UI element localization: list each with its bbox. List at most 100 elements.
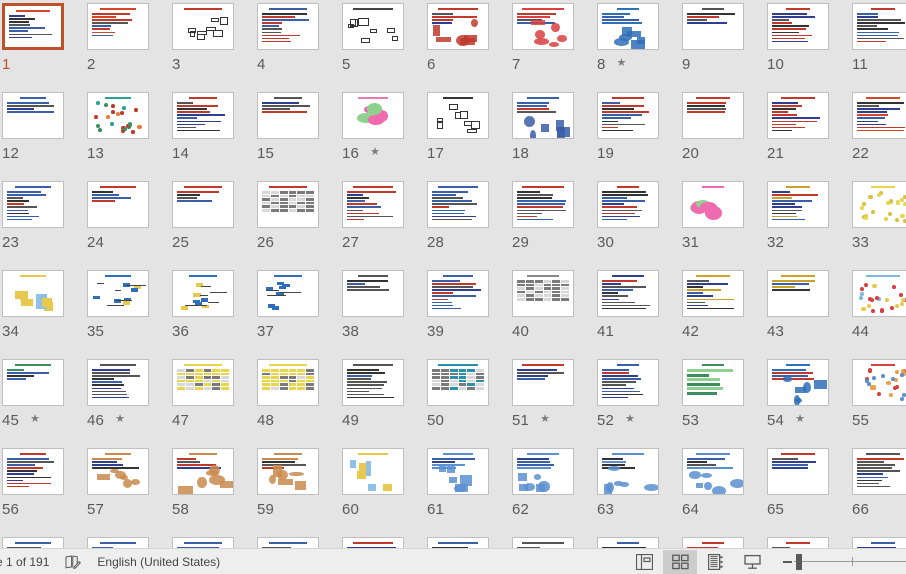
slide-preview[interactable]: [257, 359, 319, 406]
slide-thumbnail-50[interactable]: 50: [427, 359, 501, 448]
slide-preview[interactable]: [342, 270, 404, 317]
view-button-slide-show[interactable]: [735, 550, 769, 574]
slide-preview[interactable]: [852, 270, 906, 317]
slide-thumbnail-frame[interactable]: [257, 181, 319, 228]
slide-thumbnail-frame[interactable]: [682, 3, 744, 50]
slide-thumbnail-57[interactable]: 57: [87, 448, 161, 537]
slide-thumbnail-frame[interactable]: [87, 3, 149, 50]
slide-thumbnail-frame[interactable]: [172, 537, 234, 548]
slide-thumbnail-34[interactable]: 34: [2, 270, 76, 359]
slide-thumbnail-frame[interactable]: [682, 448, 744, 495]
slide-thumbnail-frame[interactable]: [172, 270, 234, 317]
zoom-out-button[interactable]: [780, 552, 794, 572]
slide-preview[interactable]: [427, 537, 489, 548]
slide-thumbnail-frame[interactable]: [2, 537, 64, 548]
slide-preview[interactable]: [87, 181, 149, 228]
slide-preview[interactable]: [257, 92, 319, 139]
slide-thumbnail-21[interactable]: 21: [767, 92, 841, 181]
slide-preview[interactable]: [172, 181, 234, 228]
slide-thumbnail-46[interactable]: 46 ★: [87, 359, 161, 448]
slide-preview[interactable]: [427, 448, 489, 495]
slide-preview[interactable]: [767, 448, 829, 495]
slide-animation-star-icon[interactable]: ★: [617, 57, 627, 69]
slide-thumbnail-39[interactable]: 39: [427, 270, 501, 359]
slide-thumbnail-44[interactable]: 44: [852, 270, 906, 359]
slide-thumbnail-10[interactable]: 10: [767, 3, 841, 92]
slide-thumbnail-frame[interactable]: [172, 448, 234, 495]
slide-thumbnail-frame[interactable]: [852, 270, 906, 317]
slide-thumbnail-52[interactable]: 52 ★: [597, 359, 671, 448]
slide-preview[interactable]: [342, 92, 404, 139]
slide-thumbnail-frame[interactable]: [512, 359, 574, 406]
slide-thumbnail-5[interactable]: 5: [342, 3, 416, 92]
slide-thumbnail-frame[interactable]: [512, 181, 574, 228]
slide-thumbnail-61[interactable]: 61: [427, 448, 501, 537]
slide-preview[interactable]: [512, 3, 574, 50]
slide-preview[interactable]: [512, 270, 574, 317]
slide-thumbnail-65[interactable]: 65: [767, 448, 841, 537]
slide-preview[interactable]: [682, 537, 744, 548]
slide-preview[interactable]: [172, 359, 234, 406]
slide-thumbnail-11[interactable]: 11: [852, 3, 906, 92]
slide-thumbnail-frame[interactable]: [342, 359, 404, 406]
slide-thumbnail-17[interactable]: 17: [427, 92, 501, 181]
slide-thumbnail-55[interactable]: 55: [852, 359, 906, 448]
slide-preview[interactable]: [597, 448, 659, 495]
slide-thumbnail-35[interactable]: 35: [87, 270, 161, 359]
slide-preview[interactable]: [512, 537, 574, 548]
slide-thumbnail-27[interactable]: 27: [342, 181, 416, 270]
slide-preview[interactable]: [172, 270, 234, 317]
slide-preview[interactable]: [767, 181, 829, 228]
slide-count-status[interactable]: e 1 of 191: [0, 549, 57, 574]
slide-thumbnail-frame[interactable]: [512, 448, 574, 495]
slide-thumbnail-frame[interactable]: [2, 181, 64, 228]
slide-preview[interactable]: [257, 181, 319, 228]
slide-thumbnail-38[interactable]: 38: [342, 270, 416, 359]
slide-thumbnail-7[interactable]: 7: [512, 3, 586, 92]
slide-preview[interactable]: [597, 537, 659, 548]
slide-preview[interactable]: [767, 537, 829, 548]
slide-preview[interactable]: [172, 3, 234, 50]
slide-thumbnail-48[interactable]: 48: [257, 359, 331, 448]
slide-preview[interactable]: [2, 181, 64, 228]
slide-thumbnail-18[interactable]: 18: [512, 92, 586, 181]
slide-preview[interactable]: [512, 359, 574, 406]
view-button-slide-sorter[interactable]: [663, 549, 697, 574]
slide-thumbnail-frame[interactable]: [682, 537, 744, 548]
slide-thumbnail-frame[interactable]: [342, 448, 404, 495]
slide-thumbnail-76[interactable]: 76: [767, 537, 841, 548]
slide-thumbnail-frame[interactable]: [2, 270, 64, 317]
slide-thumbnail-frame[interactable]: [427, 448, 489, 495]
slide-thumbnail-28[interactable]: 28: [427, 181, 501, 270]
slide-thumbnail-frame[interactable]: [682, 92, 744, 139]
slide-preview[interactable]: [2, 92, 64, 139]
slide-preview[interactable]: [852, 537, 906, 548]
slide-thumbnail-20[interactable]: 20: [682, 92, 756, 181]
slide-preview[interactable]: [427, 3, 489, 50]
slide-thumbnail-70[interactable]: 70: [257, 537, 331, 548]
slide-thumbnail-frame[interactable]: [87, 448, 149, 495]
slide-thumbnail-frame[interactable]: [342, 537, 404, 548]
slide-thumbnail-24[interactable]: 24: [87, 181, 161, 270]
slide-preview[interactable]: [87, 270, 149, 317]
slide-thumbnail-64[interactable]: 64: [682, 448, 756, 537]
slide-animation-star-icon[interactable]: ★: [115, 413, 125, 425]
slide-preview[interactable]: [2, 270, 64, 317]
slide-thumbnail-74[interactable]: 74: [597, 537, 671, 548]
slide-thumbnail-frame[interactable]: [852, 92, 906, 139]
slide-preview[interactable]: [852, 448, 906, 495]
slide-preview[interactable]: [2, 3, 64, 50]
slide-thumbnail-frame[interactable]: [427, 537, 489, 548]
slide-thumbnail-3[interactable]: 3: [172, 3, 246, 92]
slide-thumbnail-71[interactable]: 71: [342, 537, 416, 548]
slide-preview[interactable]: [342, 181, 404, 228]
slide-thumbnail-32[interactable]: 32: [767, 181, 841, 270]
slide-thumbnail-frame[interactable]: [257, 448, 319, 495]
slide-thumbnail-47[interactable]: 47: [172, 359, 246, 448]
slide-thumbnail-frame[interactable]: [2, 359, 64, 406]
slide-thumbnail-frame[interactable]: [427, 3, 489, 50]
slide-thumbnail-frame[interactable]: [767, 92, 829, 139]
slide-thumbnail-frame[interactable]: [682, 181, 744, 228]
slide-animation-star-icon[interactable]: ★: [370, 146, 380, 158]
slide-thumbnail-42[interactable]: 42: [682, 270, 756, 359]
